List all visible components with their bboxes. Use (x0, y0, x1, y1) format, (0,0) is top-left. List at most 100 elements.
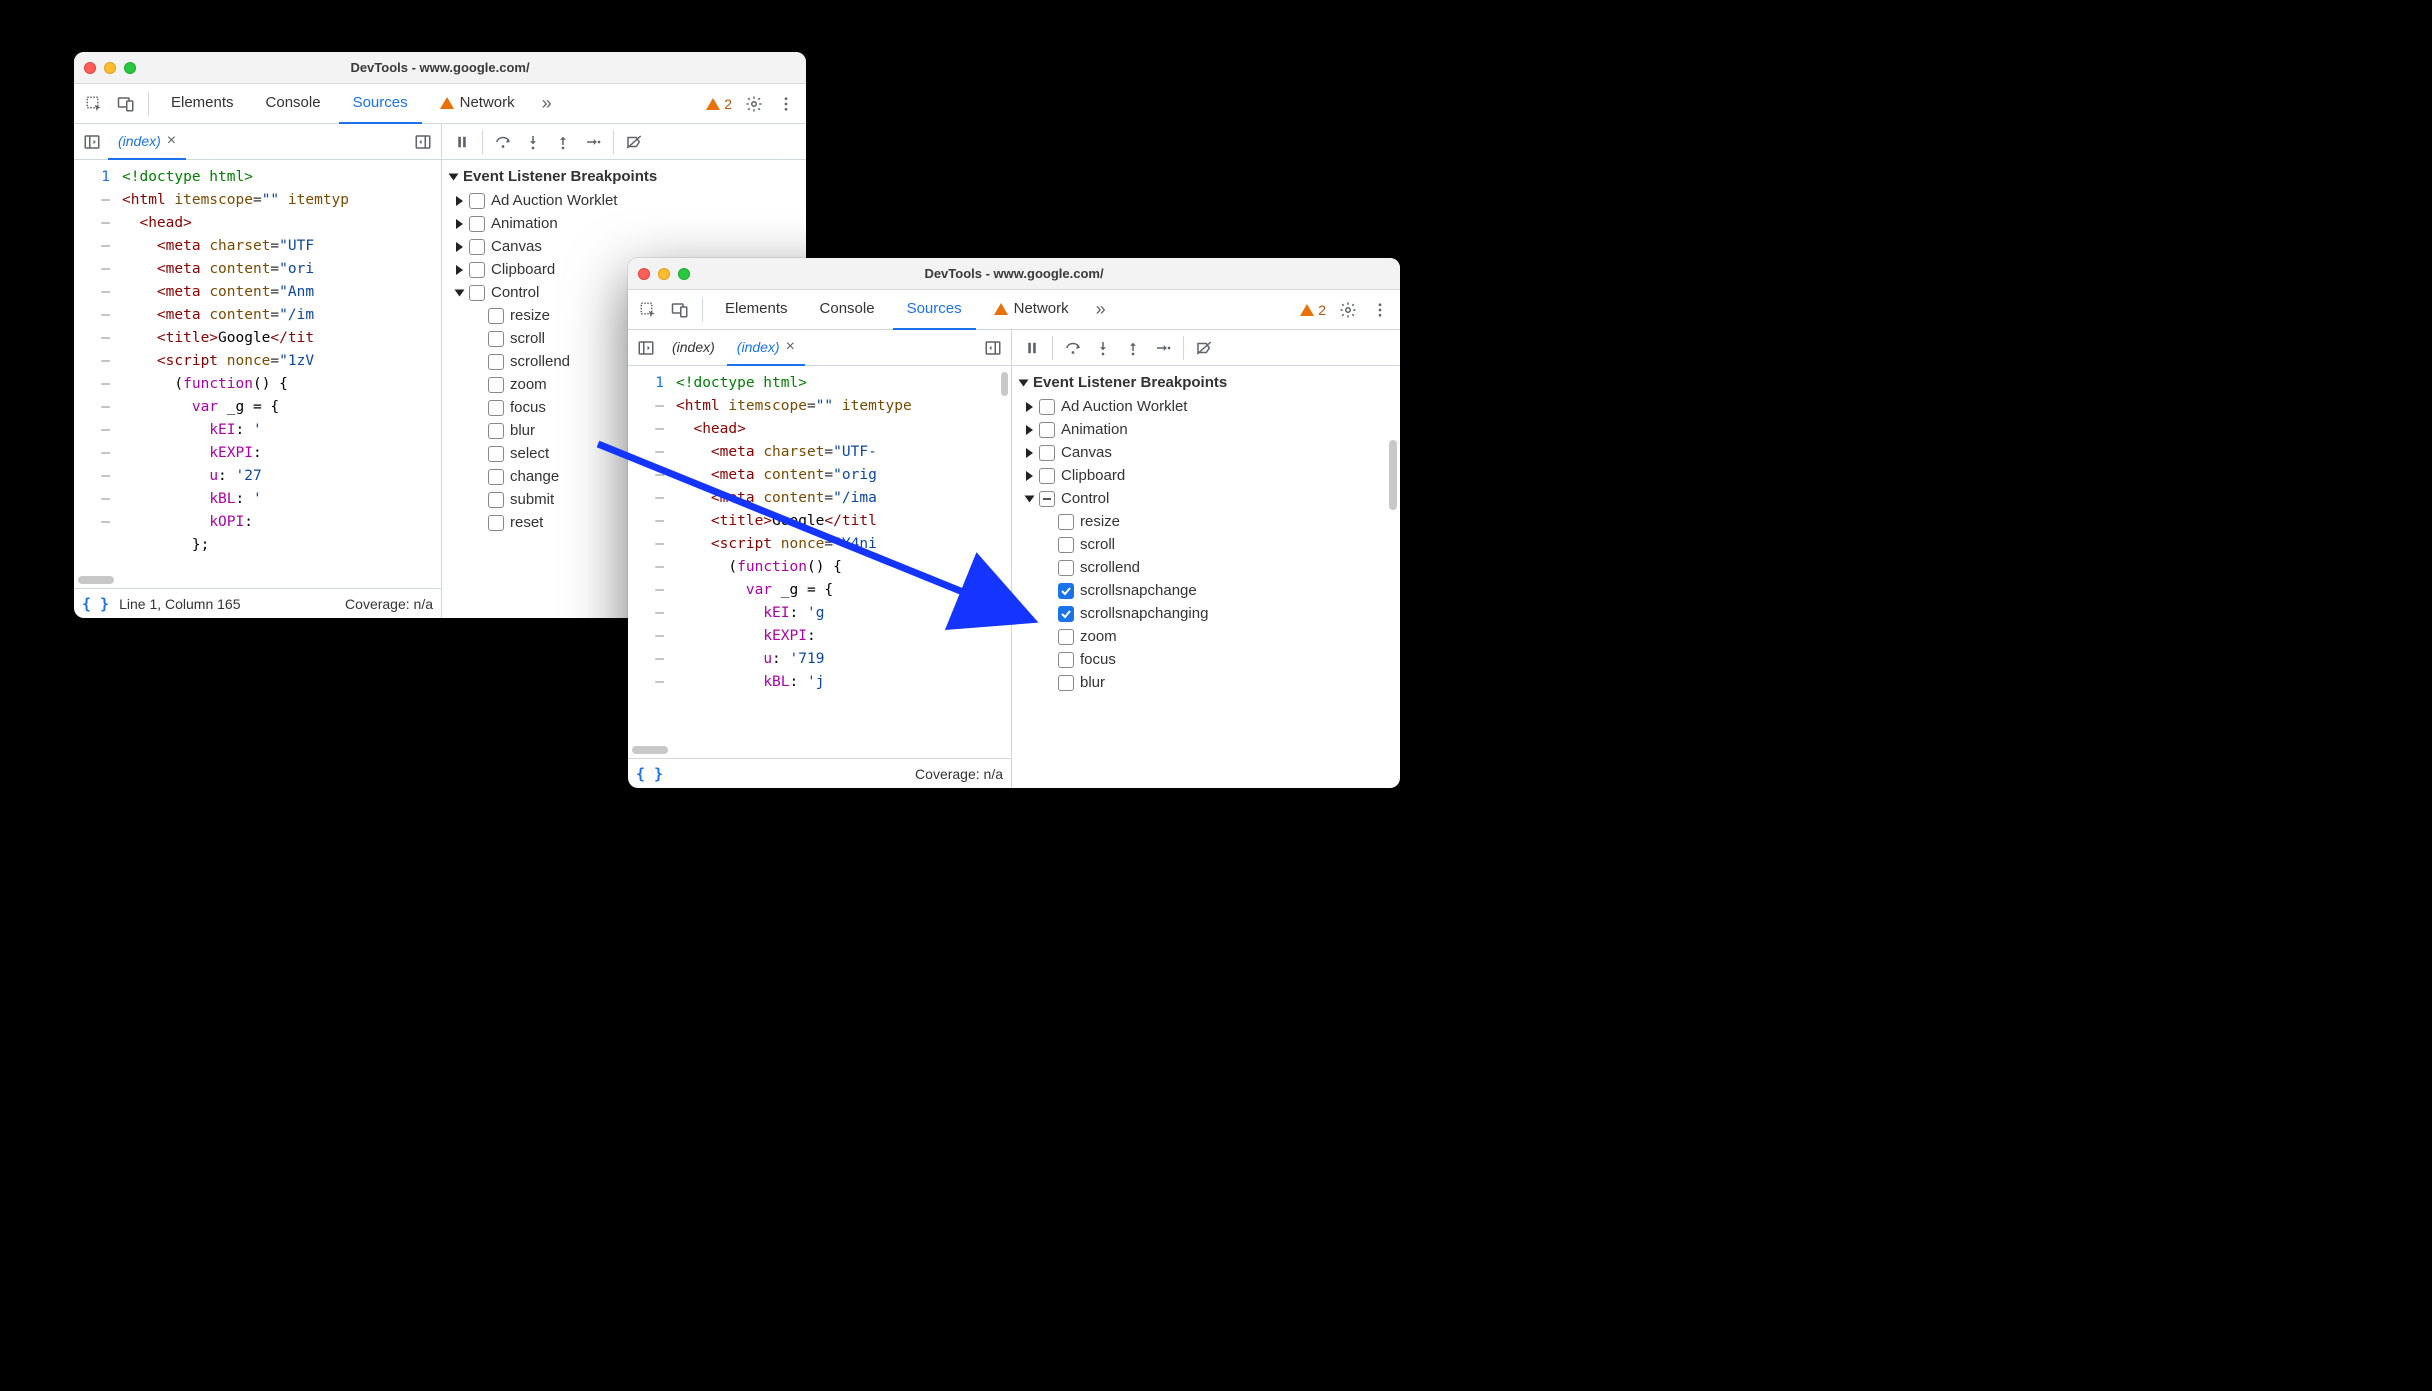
checkbox[interactable] (469, 216, 485, 232)
checkbox[interactable] (1058, 514, 1074, 530)
bp-item[interactable]: scrollsnapchanging (1012, 602, 1400, 625)
toggle-debugger-icon[interactable] (409, 128, 437, 156)
step-icon[interactable] (1149, 334, 1177, 362)
checkbox[interactable] (469, 262, 485, 278)
bp-group[interactable]: Control (1012, 487, 1400, 510)
tab-network[interactable]: Network (426, 84, 529, 124)
checkbox[interactable] (1058, 675, 1074, 691)
checkbox-checked[interactable] (1058, 583, 1074, 599)
tab-console[interactable]: Console (252, 84, 335, 124)
close-tab-icon[interactable]: × (167, 132, 176, 150)
checkbox-indeterminate[interactable] (1039, 491, 1055, 507)
bp-item[interactable]: scrollsnapchange (1012, 579, 1400, 602)
bp-group[interactable]: Ad Auction Worklet (1012, 395, 1400, 418)
maximize-window-icon[interactable] (124, 62, 136, 74)
pretty-print-icon[interactable]: { } (636, 765, 663, 783)
file-tab-index[interactable]: (index) × (108, 124, 186, 160)
issues-chip[interactable]: 2 (702, 96, 736, 112)
bp-group[interactable]: Animation (442, 212, 806, 235)
close-tab-icon[interactable]: × (786, 338, 795, 356)
bp-header[interactable]: Event Listener Breakpoints (442, 164, 806, 189)
checkbox[interactable] (488, 423, 504, 439)
settings-icon[interactable] (1334, 296, 1362, 324)
step-out-icon[interactable] (549, 128, 577, 156)
kebab-menu-icon[interactable] (772, 90, 800, 118)
pause-icon[interactable] (1018, 334, 1046, 362)
tab-elements[interactable]: Elements (711, 290, 802, 330)
step-out-icon[interactable] (1119, 334, 1147, 362)
more-tabs-icon[interactable]: » (1087, 296, 1115, 324)
element-picker-icon[interactable] (80, 90, 108, 118)
deactivate-bp-icon[interactable] (1190, 334, 1218, 362)
bp-item[interactable]: scrollend (1012, 556, 1400, 579)
checkbox[interactable] (488, 446, 504, 462)
bp-item[interactable]: blur (1012, 671, 1400, 694)
checkbox[interactable] (488, 377, 504, 393)
checkbox[interactable] (488, 331, 504, 347)
settings-icon[interactable] (740, 90, 768, 118)
checkbox[interactable] (1058, 560, 1074, 576)
bp-item[interactable]: focus (1012, 648, 1400, 671)
tab-sources[interactable]: Sources (893, 290, 976, 330)
checkbox[interactable] (488, 469, 504, 485)
step-icon[interactable] (579, 128, 607, 156)
minimize-window-icon[interactable] (104, 62, 116, 74)
tab-console[interactable]: Console (806, 290, 889, 330)
checkbox[interactable] (469, 285, 485, 301)
checkbox[interactable] (488, 515, 504, 531)
scrollbar-vertical[interactable] (1001, 372, 1008, 396)
close-window-icon[interactable] (84, 62, 96, 74)
bp-item[interactable]: zoom (1012, 625, 1400, 648)
step-over-icon[interactable] (489, 128, 517, 156)
checkbox[interactable] (1039, 422, 1055, 438)
checkbox[interactable] (488, 308, 504, 324)
device-toggle-icon[interactable] (666, 296, 694, 324)
checkbox[interactable] (1039, 399, 1055, 415)
scrollbar-vertical[interactable] (1389, 440, 1397, 510)
device-toggle-icon[interactable] (112, 90, 140, 118)
bp-group[interactable]: Animation (1012, 418, 1400, 441)
scrollbar-horizontal[interactable] (78, 576, 114, 584)
tab-sources[interactable]: Sources (339, 84, 422, 124)
tab-network[interactable]: Network (980, 290, 1083, 330)
checkbox[interactable] (469, 193, 485, 209)
bp-group[interactable]: Canvas (1012, 441, 1400, 464)
checkbox[interactable] (488, 492, 504, 508)
close-window-icon[interactable] (638, 268, 650, 280)
file-tab-index[interactable]: (index) (662, 330, 725, 366)
element-picker-icon[interactable] (634, 296, 662, 324)
checkbox[interactable] (1058, 629, 1074, 645)
file-tab-index-2[interactable]: (index) × (727, 330, 805, 366)
minimize-window-icon[interactable] (658, 268, 670, 280)
step-into-icon[interactable] (1089, 334, 1117, 362)
pretty-print-icon[interactable]: { } (82, 595, 109, 613)
bp-group[interactable]: Ad Auction Worklet (442, 189, 806, 212)
checkbox-checked[interactable] (1058, 606, 1074, 622)
bp-item[interactable]: resize (1012, 510, 1400, 533)
maximize-window-icon[interactable] (678, 268, 690, 280)
step-into-icon[interactable] (519, 128, 547, 156)
step-over-icon[interactable] (1059, 334, 1087, 362)
code-editor[interactable]: 1————————————— <!doctype html><html item… (628, 366, 1011, 758)
tab-elements[interactable]: Elements (157, 84, 248, 124)
breakpoints-panel[interactable]: Event Listener BreakpointsAd Auction Wor… (1012, 366, 1400, 788)
toggle-navigator-icon[interactable] (78, 128, 106, 156)
code-editor[interactable]: 1——————————————— <!doctype html><html it… (74, 160, 441, 588)
more-tabs-icon[interactable]: » (533, 90, 561, 118)
checkbox[interactable] (488, 354, 504, 370)
bp-item[interactable]: scroll (1012, 533, 1400, 556)
bp-group[interactable]: Clipboard (1012, 464, 1400, 487)
scrollbar-horizontal[interactable] (632, 746, 668, 754)
checkbox[interactable] (488, 400, 504, 416)
kebab-menu-icon[interactable] (1366, 296, 1394, 324)
bp-header[interactable]: Event Listener Breakpoints (1012, 370, 1400, 395)
checkbox[interactable] (1039, 445, 1055, 461)
toggle-navigator-icon[interactable] (632, 334, 660, 362)
toggle-debugger-icon[interactable] (979, 334, 1007, 362)
bp-group[interactable]: Canvas (442, 235, 806, 258)
issues-chip[interactable]: 2 (1296, 302, 1330, 318)
checkbox[interactable] (1058, 652, 1074, 668)
pause-icon[interactable] (448, 128, 476, 156)
checkbox[interactable] (1058, 537, 1074, 553)
deactivate-bp-icon[interactable] (620, 128, 648, 156)
